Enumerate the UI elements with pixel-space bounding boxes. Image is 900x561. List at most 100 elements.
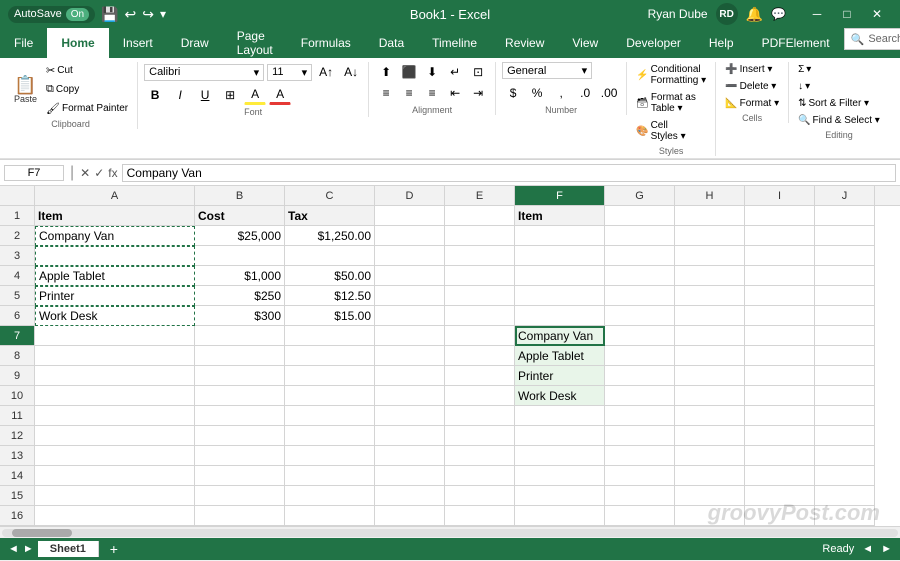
tab-review[interactable]: Review bbox=[491, 28, 558, 58]
list-item[interactable] bbox=[815, 266, 875, 286]
list-item[interactable] bbox=[445, 226, 515, 246]
list-item[interactable] bbox=[515, 246, 605, 266]
list-item[interactable] bbox=[815, 326, 875, 346]
insert-button[interactable]: ➕ Insert ▾ bbox=[722, 62, 775, 77]
list-item[interactable] bbox=[515, 466, 605, 486]
list-item[interactable] bbox=[675, 426, 745, 446]
list-item[interactable] bbox=[745, 406, 815, 426]
list-item[interactable] bbox=[605, 466, 675, 486]
list-item[interactable] bbox=[815, 506, 875, 526]
list-item[interactable] bbox=[745, 506, 815, 526]
user-avatar[interactable]: RD bbox=[716, 3, 738, 25]
list-item[interactable] bbox=[35, 486, 195, 506]
list-item[interactable]: Company Van bbox=[515, 326, 605, 346]
list-item[interactable] bbox=[815, 466, 875, 486]
list-item[interactable] bbox=[375, 466, 445, 486]
font-size-box[interactable]: 11 ▾ bbox=[267, 64, 312, 81]
decrease-indent-button[interactable]: ⇤ bbox=[444, 83, 466, 103]
list-item[interactable]: $1,000 bbox=[195, 266, 285, 286]
list-item[interactable] bbox=[745, 346, 815, 366]
list-item[interactable] bbox=[605, 486, 675, 506]
conditional-formatting-button[interactable]: ⚡ ConditionalFormatting ▾ bbox=[633, 62, 709, 88]
border-button[interactable]: ⊞ bbox=[219, 85, 241, 105]
align-left-button[interactable]: ≡ bbox=[375, 83, 397, 103]
copy-button[interactable]: ⧉ Copy bbox=[43, 81, 131, 98]
list-item[interactable] bbox=[815, 346, 875, 366]
col-header-g[interactable]: G bbox=[605, 186, 675, 205]
quick-save-icon[interactable]: 💾 bbox=[101, 6, 118, 23]
list-item[interactable] bbox=[745, 206, 815, 226]
align-center-button[interactable]: ≡ bbox=[398, 83, 420, 103]
list-item[interactable]: Apple Tablet bbox=[35, 266, 195, 286]
row-number-2[interactable]: 2 bbox=[0, 226, 35, 246]
delete-button[interactable]: ➖ Delete ▾ bbox=[722, 79, 779, 94]
list-item[interactable] bbox=[35, 346, 195, 366]
list-item[interactable]: $250 bbox=[195, 286, 285, 306]
list-item[interactable] bbox=[675, 206, 745, 226]
sheet-tab-1[interactable]: Sheet1 bbox=[38, 541, 99, 557]
list-item[interactable] bbox=[195, 466, 285, 486]
list-item[interactable]: Item bbox=[515, 206, 605, 226]
list-item[interactable]: Company Van bbox=[35, 226, 195, 246]
col-header-h[interactable]: H bbox=[675, 186, 745, 205]
list-item[interactable]: Tax bbox=[285, 206, 375, 226]
list-item[interactable] bbox=[675, 486, 745, 506]
currency-button[interactable]: $ bbox=[502, 83, 524, 103]
list-item[interactable]: $12.50 bbox=[285, 286, 375, 306]
row-number-7[interactable]: 7 bbox=[0, 326, 35, 346]
list-item[interactable] bbox=[605, 266, 675, 286]
list-item[interactable] bbox=[605, 366, 675, 386]
paste-button[interactable]: 📋 Paste bbox=[10, 74, 41, 106]
list-item[interactable] bbox=[285, 466, 375, 486]
list-item[interactable] bbox=[375, 206, 445, 226]
list-item[interactable] bbox=[445, 466, 515, 486]
align-right-button[interactable]: ≡ bbox=[421, 83, 443, 103]
wrap-text-button[interactable]: ↵ bbox=[444, 62, 466, 82]
tab-insert[interactable]: Insert bbox=[109, 28, 167, 58]
list-item[interactable] bbox=[605, 446, 675, 466]
list-item[interactable] bbox=[815, 446, 875, 466]
list-item[interactable] bbox=[815, 286, 875, 306]
row-number-11[interactable]: 11 bbox=[0, 406, 35, 426]
list-item[interactable] bbox=[35, 406, 195, 426]
list-item[interactable] bbox=[195, 326, 285, 346]
list-item[interactable] bbox=[375, 286, 445, 306]
list-item[interactable] bbox=[195, 446, 285, 466]
list-item[interactable] bbox=[605, 306, 675, 326]
tab-view[interactable]: View bbox=[558, 28, 612, 58]
add-sheet-button[interactable]: + bbox=[103, 540, 125, 558]
list-item[interactable] bbox=[605, 506, 675, 526]
list-item[interactable]: Item bbox=[35, 206, 195, 226]
decrease-decimal-button[interactable]: .0 bbox=[574, 83, 596, 103]
list-item[interactable] bbox=[445, 306, 515, 326]
list-item[interactable] bbox=[745, 446, 815, 466]
list-item[interactable] bbox=[675, 326, 745, 346]
list-item[interactable]: Printer bbox=[35, 286, 195, 306]
list-item[interactable] bbox=[515, 266, 605, 286]
list-item[interactable]: Cost bbox=[195, 206, 285, 226]
list-item[interactable] bbox=[745, 306, 815, 326]
font-name-box[interactable]: Calibri ▾ bbox=[144, 64, 264, 81]
tab-pdfelement[interactable]: PDFElement bbox=[748, 28, 844, 58]
autosave-toggle[interactable]: AutoSave On bbox=[8, 6, 95, 23]
list-item[interactable] bbox=[815, 226, 875, 246]
row-number-14[interactable]: 14 bbox=[0, 466, 35, 486]
list-item[interactable] bbox=[445, 326, 515, 346]
list-item[interactable] bbox=[285, 386, 375, 406]
list-item[interactable] bbox=[745, 486, 815, 506]
list-item[interactable] bbox=[745, 386, 815, 406]
list-item[interactable] bbox=[445, 506, 515, 526]
list-item[interactable] bbox=[445, 386, 515, 406]
find-select-button[interactable]: 🔍 Find & Select ▾ bbox=[795, 113, 883, 128]
prev-sheet-icon[interactable]: ◄ bbox=[8, 543, 19, 555]
sum-button[interactable]: Σ ▾ bbox=[795, 62, 814, 77]
list-item[interactable] bbox=[675, 466, 745, 486]
list-item[interactable] bbox=[285, 346, 375, 366]
formula-cancel-icon[interactable]: ✕ bbox=[80, 166, 90, 180]
list-item[interactable] bbox=[815, 426, 875, 446]
list-item[interactable] bbox=[605, 326, 675, 346]
list-item[interactable] bbox=[675, 246, 745, 266]
list-item[interactable] bbox=[815, 246, 875, 266]
formula-insert-function-icon[interactable]: fx bbox=[108, 166, 117, 180]
list-item[interactable] bbox=[375, 486, 445, 506]
